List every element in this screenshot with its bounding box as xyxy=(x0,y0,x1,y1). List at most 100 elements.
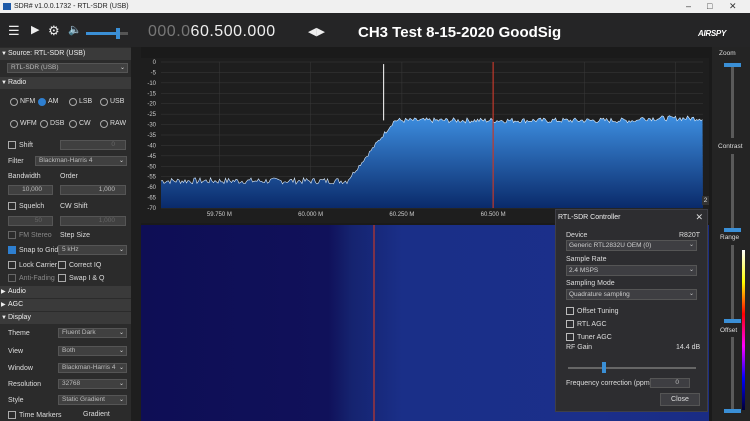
freq-correction-input[interactable]: 0 xyxy=(650,378,690,388)
rf-gain-slider-knob[interactable] xyxy=(602,362,606,373)
step-size-label: Step Size xyxy=(60,232,90,239)
cw-shift-label: CW Shift xyxy=(60,203,88,210)
contrast-slider-knob[interactable] xyxy=(724,228,741,232)
display-header[interactable]: ▼ Display xyxy=(0,312,131,324)
close-icon[interactable]: ✕ xyxy=(729,0,737,13)
mode-nfm-radio[interactable] xyxy=(10,98,18,106)
mode-raw-label: RAW xyxy=(110,120,127,127)
shift-input[interactable]: 0 xyxy=(60,140,126,150)
fm-stereo-checkbox[interactable] xyxy=(8,231,16,239)
correct-iq-checkbox[interactable] xyxy=(58,261,66,269)
tuner-agc-checkbox[interactable] xyxy=(566,333,574,341)
spectrum-plot: 0 -5 -10 -15 -20 -25 -30 -35 -40 -45 -50 -55 -60 -65 -… xyxy=(147,60,703,218)
y-tick-label: -25 xyxy=(147,112,156,118)
offset-tuning-checkbox[interactable] xyxy=(566,307,574,315)
anti-fading-checkbox[interactable] xyxy=(8,274,16,282)
style-select[interactable]: Static Gradient ⌄ xyxy=(58,395,127,405)
offset-slider-track[interactable] xyxy=(731,337,734,413)
spectrum-analyzer[interactable]: 0 -5 -10 -15 -20 -25 -30 -35 -40 -45 -50 -55 -60 -65 -… xyxy=(141,58,709,223)
snap-to-grid-checkbox[interactable] xyxy=(8,246,16,254)
order-input[interactable]: 1,000 xyxy=(60,185,126,195)
spectrum-fill xyxy=(161,115,703,208)
anti-fading-label: Anti-Fading xyxy=(19,275,55,282)
zoom-badge[interactable]: 2 xyxy=(702,196,709,205)
hamburger-icon[interactable]: ☰ xyxy=(8,24,20,37)
snap-to-grid-label: Snap to Grid xyxy=(19,247,59,254)
freq-correction-label: Frequency correction (ppm) xyxy=(566,380,652,387)
x-tick-label: 60.500 M xyxy=(481,212,506,218)
zoom-slider-knob[interactable] xyxy=(724,63,741,67)
dialog-close-icon[interactable]: ✕ xyxy=(695,212,703,223)
fm-stereo-label: FM Stereo xyxy=(19,232,52,239)
left-panel: ▼ Source: RTL-SDR (USB) RTL-SDR (USB) ⌄ ▼ R… xyxy=(0,47,131,421)
minimize-icon[interactable]: – xyxy=(686,0,691,13)
audio-header[interactable]: ▶ Audio xyxy=(0,286,131,298)
squelch-checkbox[interactable] xyxy=(8,202,16,210)
resolution-select[interactable]: 32768 ⌄ xyxy=(58,379,127,389)
mode-nfm-label: NFM xyxy=(20,98,36,105)
x-tick-label: 59.750 M xyxy=(207,212,232,218)
offset-label: Offset xyxy=(720,327,738,334)
sdrsharp-window: SDR# v1.0.0.1732 - RTL-SDR (USB) – □ ✕ ☰… xyxy=(0,0,750,421)
y-tick-label: -65 xyxy=(147,196,156,202)
agc-header[interactable]: ▶ AGC xyxy=(0,299,131,311)
view-select[interactable]: Both ⌄ xyxy=(58,346,127,356)
time-markers-checkbox[interactable] xyxy=(8,411,16,419)
device-label: Device xyxy=(566,232,588,239)
cw-shift-input[interactable]: 1,000 xyxy=(60,216,126,226)
filter-select[interactable]: Blackman-Harris 4 ⌄ xyxy=(35,156,127,166)
y-tick-label: -20 xyxy=(147,102,156,108)
speaker-icon[interactable]: 🔈 xyxy=(68,24,82,37)
y-tick-label: -30 xyxy=(147,123,156,129)
swap-iq-checkbox[interactable] xyxy=(58,274,66,282)
frequency-display[interactable]: 000.060.500.000 xyxy=(148,23,276,41)
mode-cw-radio[interactable] xyxy=(69,120,77,128)
contrast-slider-track[interactable] xyxy=(731,154,734,230)
tuner-agc-label: Tuner AGC xyxy=(577,334,612,341)
frequency-step-arrows[interactable]: ◀▶ xyxy=(308,25,325,38)
window-select[interactable]: Blackman-Harris 4 ⌄ xyxy=(58,363,127,373)
sampling-mode-label: Sampling Mode xyxy=(566,280,615,287)
play-icon[interactable]: ▶ xyxy=(31,24,39,37)
airspy-logo: AIRSPY xyxy=(698,29,726,38)
range-slider-knob[interactable] xyxy=(724,319,741,323)
title-bar: SDR# v1.0.0.1732 - RTL-SDR (USB) – □ ✕ xyxy=(0,0,750,13)
squelch-input[interactable]: 50 xyxy=(8,216,53,226)
bandwidth-input[interactable]: 10,000 xyxy=(8,185,53,195)
dialog-title: RTL-SDR Controller xyxy=(558,214,621,221)
source-header[interactable]: ▼ Source: RTL-SDR (USB) xyxy=(0,48,131,60)
offset-slider-knob[interactable] xyxy=(724,409,741,413)
step-size-select[interactable]: 5 kHz ⌄ xyxy=(58,245,127,255)
volume-slider[interactable] xyxy=(86,28,128,39)
rf-gain-slider-track[interactable] xyxy=(568,367,696,369)
lock-carrier-checkbox[interactable] xyxy=(8,261,16,269)
mode-usb-radio[interactable] xyxy=(100,98,108,106)
y-tick-label: 0 xyxy=(153,60,157,66)
mode-wfm-radio[interactable] xyxy=(10,120,18,128)
y-tick-label: -60 xyxy=(147,185,156,191)
y-axis-ticks: 0 -5 -10 -15 -20 -25 -30 -35 -40 -45 -50 -55 -60 -65 -… xyxy=(147,60,156,212)
close-button[interactable]: Close xyxy=(660,393,700,406)
maximize-icon[interactable]: □ xyxy=(707,0,712,13)
mode-lsb-label: LSB xyxy=(79,98,93,105)
splitter[interactable] xyxy=(131,47,141,421)
offset-tuning-label: Offset Tuning xyxy=(577,308,619,315)
radio-header[interactable]: ▼ Radio xyxy=(0,77,131,89)
mode-am-radio[interactable] xyxy=(38,98,46,106)
source-select[interactable]: RTL-SDR (USB) ⌄ xyxy=(7,63,128,73)
mode-raw-radio[interactable] xyxy=(100,120,108,128)
theme-select[interactable]: Fluent Dark ⌄ xyxy=(58,328,127,338)
mode-lsb-radio[interactable] xyxy=(69,98,77,106)
shift-checkbox[interactable] xyxy=(8,141,16,149)
zoom-slider-track[interactable] xyxy=(731,63,734,138)
mode-dsb-radio[interactable] xyxy=(40,120,48,128)
gear-icon[interactable]: ⚙ xyxy=(48,24,60,37)
sample-rate-select[interactable]: 2.4 MSPS ⌄ xyxy=(566,265,697,276)
filter-label: Filter xyxy=(8,158,24,165)
range-slider-track[interactable] xyxy=(731,245,734,321)
rtl-agc-checkbox[interactable] xyxy=(566,320,574,328)
device-select[interactable]: Generic RTL2832U OEM (0) ⌄ xyxy=(566,240,697,251)
sampling-mode-select[interactable]: Quadrature sampling ⌄ xyxy=(566,289,697,300)
y-tick-label: -50 xyxy=(147,164,156,170)
app-icon xyxy=(3,3,11,10)
